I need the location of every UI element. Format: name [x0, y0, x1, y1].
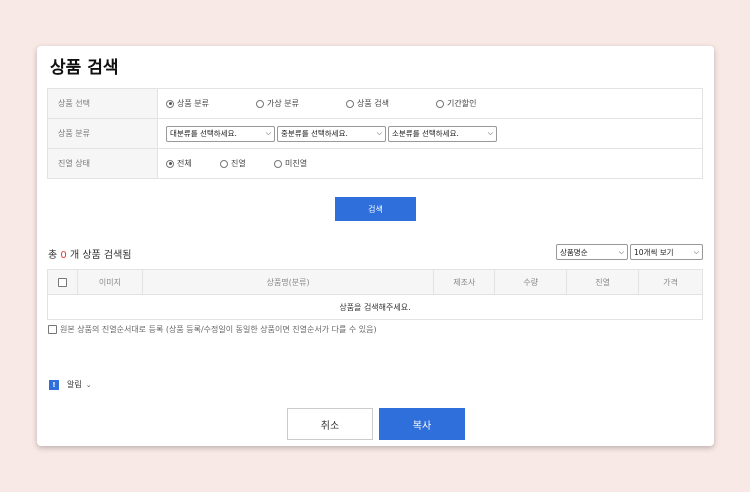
radio-period-discount[interactable]: 기간할인	[436, 98, 526, 109]
category-row-label: 상품 분류	[47, 118, 158, 149]
radio-indicator[interactable]	[346, 99, 354, 108]
notice-toggle[interactable]: ! 알림 ⌄	[49, 379, 92, 390]
radio-indicator[interactable]	[220, 159, 228, 168]
search-button[interactable]: 검색	[335, 197, 416, 221]
radio-display-all[interactable]: 전체	[166, 158, 220, 169]
radio-indicator[interactable]	[256, 99, 264, 108]
radio-indicator[interactable]	[274, 159, 282, 168]
product-search-dialog: 상품 검색 상품 선택 상품 분류 가상 분류 상품 검색 기간할인 상품 분류…	[37, 46, 714, 446]
dialog-title: 상품 검색	[50, 58, 119, 78]
radio-product-category[interactable]: 상품 분류	[166, 98, 256, 109]
column-header-quantity: 수량	[494, 269, 568, 295]
radio-virtual-category[interactable]: 가상 분류	[256, 98, 346, 109]
chevron-down-icon: ⌄	[85, 380, 92, 389]
copy-button[interactable]: 복사	[379, 408, 465, 440]
middle-category-select[interactable]: 중분류를 선택하세요. ⌵	[277, 125, 386, 142]
page-size-select[interactable]: 10개씩 보기 ⌵	[630, 244, 703, 260]
column-header-price: 가격	[638, 269, 703, 295]
display-status-radio-group: 전체 진열 미진열	[166, 158, 702, 169]
radio-product-search[interactable]: 상품 검색	[346, 98, 436, 109]
column-header-image: 이미지	[76, 269, 143, 295]
select-all-checkbox[interactable]	[57, 277, 67, 287]
category-row: 상품 분류 대분류를 선택하세요. ⌵ 중분류를 선택하세요. ⌵ 소분류를 선택하세요…	[47, 118, 703, 149]
sort-select[interactable]: 상품명순 ⌵	[556, 244, 628, 260]
major-category-select[interactable]: 대분류를 선택하세요. ⌵	[166, 125, 275, 142]
alert-icon: !	[49, 379, 59, 390]
display-row-label: 진열 상태	[47, 148, 158, 179]
result-count: 총 0 개 상품 검색됨	[48, 250, 132, 261]
table-row: 상품을 검색해주세요.	[47, 294, 703, 320]
result-count-number: 0	[60, 250, 67, 261]
results-header-row: 이미지 상품명(분류) 제조사 수량 진열 가격	[47, 269, 703, 295]
display-row: 진열 상태 전체 진열 미진열	[47, 148, 703, 179]
column-header-manufacturer: 제조사	[433, 269, 496, 295]
radio-indicator[interactable]	[166, 99, 174, 108]
cancel-button[interactable]: 취소	[287, 408, 373, 440]
select-row-label: 상품 선택	[47, 88, 158, 119]
radio-indicator[interactable]	[436, 99, 444, 108]
radio-displayed[interactable]: 진열	[220, 158, 274, 169]
copy-order-checkbox[interactable]	[48, 325, 57, 334]
search-form: 상품 선택 상품 분류 가상 분류 상품 검색 기간할인 상품 분류 대분류를 …	[47, 88, 703, 179]
radio-indicator[interactable]	[166, 159, 174, 168]
radio-not-displayed[interactable]: 미진열	[274, 158, 328, 169]
product-select-radio-group: 상품 분류 가상 분류 상품 검색 기간할인	[166, 98, 702, 109]
copy-display-order-option[interactable]: 원본 상품의 진열순서대로 등록 (상품 등록/수정일이 동일한 상품이면 진열…	[48, 324, 377, 335]
results-table: 이미지 상품명(분류) 제조사 수량 진열 가격 상품을 검색해주세요.	[47, 269, 703, 320]
chevron-down-icon: ⌵	[487, 129, 493, 137]
chevron-down-icon: ⌵	[618, 247, 624, 256]
empty-message: 상품을 검색해주세요.	[47, 294, 703, 320]
minor-category-select[interactable]: 소분류를 선택하세요. ⌵	[388, 125, 497, 142]
chevron-down-icon: ⌵	[376, 129, 382, 137]
chevron-down-icon: ⌵	[265, 129, 271, 137]
chevron-down-icon: ⌵	[693, 247, 699, 256]
column-header-display: 진열	[566, 269, 640, 295]
select-row: 상품 선택 상품 분류 가상 분류 상품 검색 기간할인	[47, 88, 703, 119]
column-header-product-name: 상품명(분류)	[141, 269, 435, 295]
